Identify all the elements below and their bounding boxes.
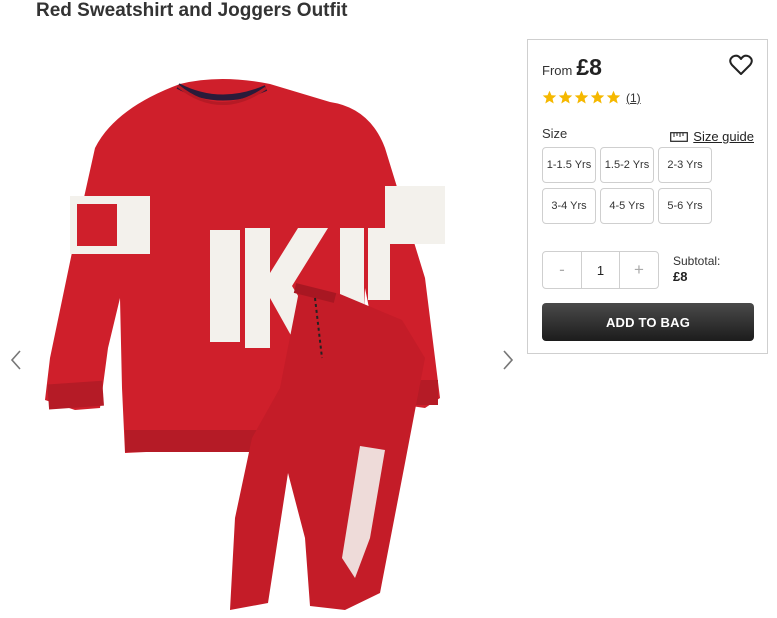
subtotal: Subtotal: £8 — [673, 254, 720, 284]
size-option[interactable]: 1.5-2 Yrs — [600, 147, 654, 183]
ruler-icon — [670, 131, 689, 142]
gallery-prev-button[interactable] — [6, 346, 26, 374]
quantity-input[interactable]: 1 — [581, 252, 620, 288]
size-option[interactable]: 4-5 Yrs — [600, 188, 654, 224]
wishlist-button[interactable] — [729, 54, 753, 76]
subtotal-value: £8 — [673, 269, 688, 284]
star-rating — [542, 90, 621, 105]
size-option[interactable]: 1-1.5 Yrs — [542, 147, 596, 183]
quantity-decrease-button[interactable]: - — [543, 252, 581, 288]
product-title: Red Sweatshirt and Joggers Outfit — [36, 0, 348, 21]
review-count-link[interactable]: (1) — [626, 91, 641, 105]
star-icon — [590, 90, 605, 104]
heart-icon — [729, 54, 753, 75]
star-icon — [542, 90, 557, 104]
size-guide-link[interactable]: Size guide — [670, 129, 754, 144]
size-options: 1-1.5 Yrs 1.5-2 Yrs 2-3 Yrs 3-4 Yrs 4-5 … — [542, 147, 757, 224]
subtotal-label: Subtotal: — [673, 254, 721, 268]
star-icon — [574, 90, 589, 104]
size-option[interactable]: 5-6 Yrs — [658, 188, 712, 224]
price-row: From £8 — [542, 54, 602, 81]
gallery-next-button[interactable] — [498, 346, 518, 374]
star-icon — [606, 90, 621, 104]
add-to-bag-button[interactable]: ADD TO BAG — [542, 303, 754, 341]
size-option[interactable]: 2-3 Yrs — [658, 147, 712, 183]
from-label: From — [542, 63, 573, 78]
chevron-left-icon — [10, 350, 21, 370]
chevron-right-icon — [503, 350, 514, 370]
quantity-increase-button[interactable]: + — [620, 252, 658, 288]
size-option[interactable]: 3-4 Yrs — [542, 188, 596, 224]
product-image — [45, 79, 445, 610]
size-guide-label: Size guide — [693, 129, 754, 144]
price: £8 — [576, 54, 602, 80]
rating: (1) — [542, 90, 641, 105]
star-icon — [558, 90, 573, 104]
size-label: Size — [542, 126, 568, 141]
purchase-panel: From £8 (1) Size Size guide 1-1.5 Yrs 1.… — [527, 39, 768, 354]
quantity-stepper: - 1 + — [542, 251, 659, 289]
product-gallery — [0, 40, 527, 618]
